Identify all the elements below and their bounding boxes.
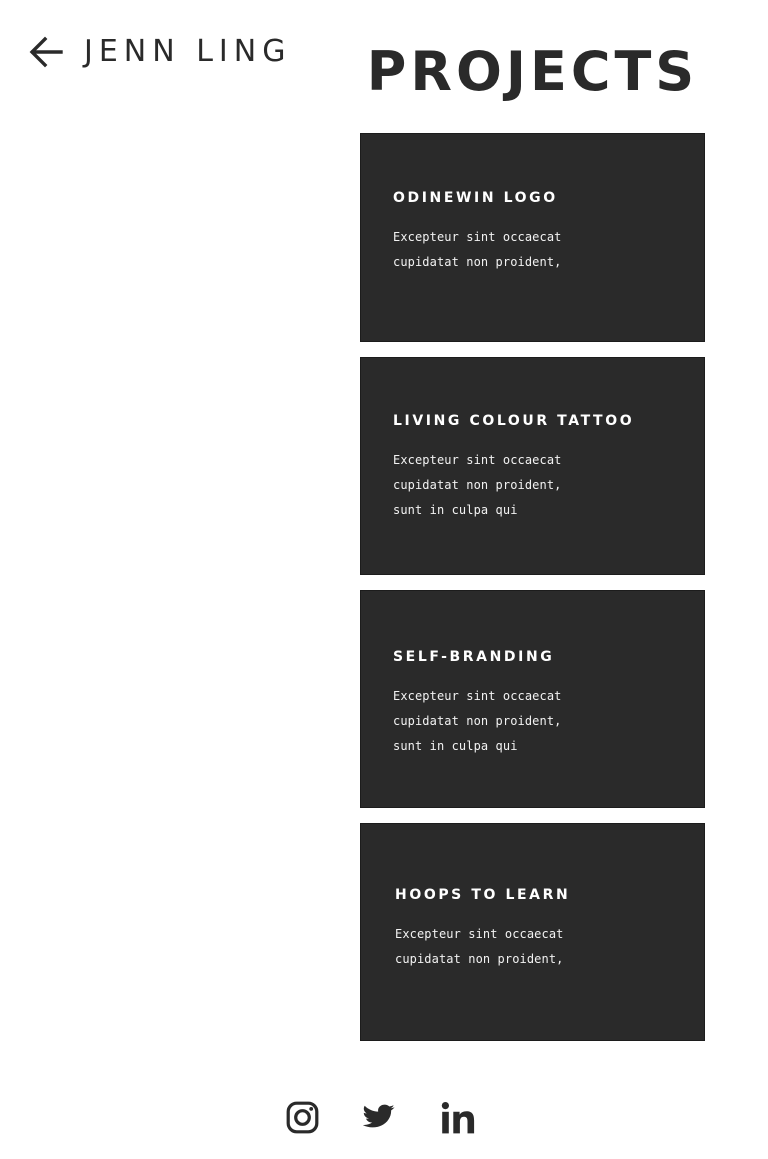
project-description-line: Excepteur sint occaecat xyxy=(393,453,562,467)
site-name: JENN LING xyxy=(84,34,292,69)
arrow-left-icon xyxy=(28,34,64,70)
project-title: HOOPS TO LEARN xyxy=(395,887,571,903)
project-card-hoops-to-learn[interactable]: HOOPS TO LEARN Excepteur sint occaecat c… xyxy=(360,823,705,1041)
twitter-icon xyxy=(363,1102,395,1130)
project-card-living-colour-tattoo[interactable]: LIVING COLOUR TATTOO Excepteur sint occa… xyxy=(360,357,705,575)
project-description-line: cupidatat non proident, xyxy=(393,255,562,269)
instagram-icon xyxy=(286,1101,319,1134)
project-title: SELF-BRANDING xyxy=(393,649,555,665)
project-description: Excepteur sint occaecat cupidatat non pr… xyxy=(393,684,684,759)
project-description-line: sunt in culpa qui xyxy=(393,503,518,517)
project-title: ODINEWIN LOGO xyxy=(393,190,558,206)
project-description-line: Excepteur sint occaecat xyxy=(395,927,564,941)
linkedin-icon xyxy=(441,1101,475,1135)
back-link[interactable]: JENN LING xyxy=(28,34,291,70)
linkedin-link[interactable] xyxy=(441,1101,475,1135)
twitter-link[interactable] xyxy=(363,1102,395,1130)
instagram-link[interactable] xyxy=(286,1101,319,1134)
project-description: Excepteur sint occaecat cupidatat non pr… xyxy=(393,225,684,275)
project-description-line: cupidatat non proident, xyxy=(393,478,562,492)
project-description-line: cupidatat non proident, xyxy=(393,714,562,728)
project-description: Excepteur sint occaecat cupidatat non pr… xyxy=(393,448,684,523)
social-links xyxy=(0,1096,768,1140)
project-title: LIVING COLOUR TATTOO xyxy=(393,413,635,429)
project-description-line: cupidatat non proident, xyxy=(395,952,564,966)
project-card-self-branding[interactable]: SELF-BRANDING Excepteur sint occaecat cu… xyxy=(360,590,705,808)
project-description-line: Excepteur sint occaecat xyxy=(393,689,562,703)
project-description-line: sunt in culpa qui xyxy=(393,739,518,753)
page-title: PROJECTS xyxy=(366,40,699,103)
project-description: Excepteur sint occaecat cupidatat non pr… xyxy=(395,922,684,972)
project-description-line: Excepteur sint occaecat xyxy=(393,230,562,244)
project-card-odinewin-logo[interactable]: ODINEWIN LOGO Excepteur sint occaecat cu… xyxy=(360,133,705,342)
